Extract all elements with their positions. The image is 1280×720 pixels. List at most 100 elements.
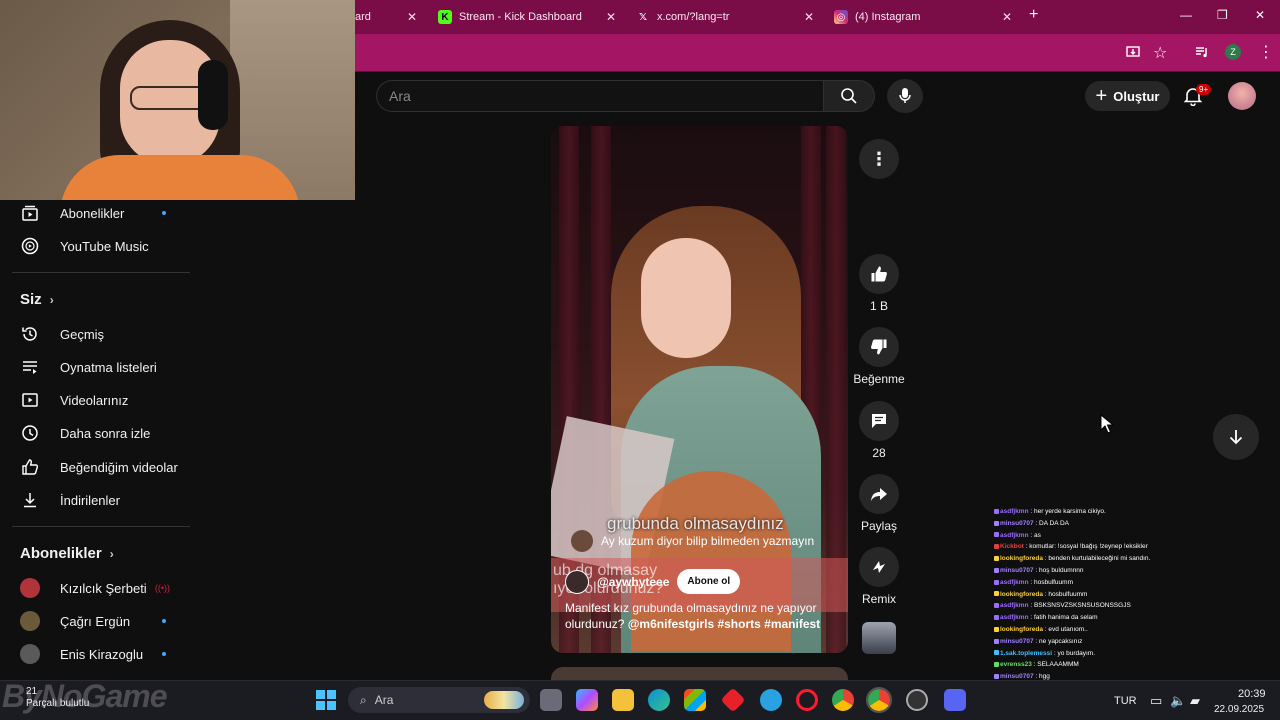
- network-icon[interactable]: ▭: [1150, 693, 1162, 709]
- install-icon[interactable]: [1126, 45, 1140, 62]
- clock-date[interactable]: 22.09.2025: [1214, 704, 1264, 715]
- chat-badge-icon: [994, 626, 999, 632]
- chat-badge-icon: [994, 508, 999, 514]
- search-icon: ⌕: [360, 692, 367, 707]
- chat-badge-icon: [994, 567, 999, 573]
- chat-message: minsu0707 : hoş buldumnnn: [994, 565, 1280, 577]
- dislike-button[interactable]: [859, 327, 899, 367]
- sidebar-divider: [12, 526, 190, 527]
- sidebar-section-you[interactable]: Siz ›: [20, 291, 54, 308]
- sidebar-item-label: Abonelikler: [60, 205, 125, 221]
- audio-source-thumbnail[interactable]: [862, 622, 896, 654]
- account-avatar[interactable]: [1228, 82, 1256, 110]
- file-explorer-icon[interactable]: [612, 689, 634, 711]
- chrome-icon[interactable]: [832, 689, 854, 711]
- tab-dashboard[interactable]: ard ✕: [355, 4, 417, 30]
- description-tags[interactable]: @m6nifestgirls #shorts #manifest: [628, 617, 820, 631]
- sidebar-item-subscriptions[interactable]: Abonelikler: [20, 201, 190, 225]
- next-short-button[interactable]: [1213, 414, 1259, 460]
- maximize-icon[interactable]: ❐: [1217, 8, 1228, 22]
- chat-message: asdfjkmn : hosbulfuumm: [994, 577, 1280, 589]
- chat-username: minsu0707: [1000, 519, 1034, 527]
- edge-icon[interactable]: [648, 689, 670, 711]
- chat-username: lookingforeda: [1000, 555, 1043, 563]
- search-button[interactable]: [823, 80, 875, 112]
- sidebar-item-label: Daha sonra izle: [60, 425, 151, 441]
- tab-instagram[interactable]: ◎ (4) Instagram ✕: [834, 4, 1012, 30]
- sidebar-item-playlists[interactable]: Oynatma listeleri: [20, 355, 190, 379]
- chat-message: asdfjkmn : as: [994, 530, 1280, 542]
- sidebar-item-history[interactable]: Geçmiş: [20, 322, 190, 346]
- sidebar-item-youtube-music[interactable]: YouTube Music: [20, 234, 190, 258]
- channel-name: Çağrı Ergün: [60, 613, 131, 629]
- battery-icon[interactable]: ▰: [1190, 693, 1200, 709]
- bookmark-star-icon[interactable]: ☆: [1153, 43, 1167, 63]
- discord-icon[interactable]: [944, 689, 966, 711]
- minimize-icon[interactable]: —: [1180, 8, 1192, 22]
- browser-profile-avatar[interactable]: Z: [1225, 44, 1241, 60]
- share-button[interactable]: [859, 474, 899, 514]
- short-channel-handle[interactable]: @aywhyteee: [597, 575, 669, 589]
- channel-avatar: [20, 578, 40, 598]
- next-short-preview[interactable]: [551, 667, 848, 681]
- chat-text: ne yapcaksınız: [1039, 637, 1083, 645]
- sidebar-channel-kizilcik-serbeti[interactable]: Kızılcık Şerbeti ((•)): [20, 576, 190, 600]
- browser-menu-icon[interactable]: ⋮: [1258, 42, 1274, 62]
- voice-search-button[interactable]: [887, 79, 923, 113]
- remix-label: Remix: [861, 592, 896, 606]
- tab-kick-dashboard[interactable]: K Stream - Kick Dashboard ✕: [438, 4, 616, 30]
- windows-taskbar: [0, 680, 1280, 720]
- sidebar-item-downloads[interactable]: İndirilenler: [20, 488, 190, 512]
- live-indicator-icon: ((•)): [154, 583, 170, 593]
- close-icon[interactable]: ✕: [1002, 10, 1012, 24]
- sidebar-item-watch-later[interactable]: Daha sonra izle: [20, 421, 190, 445]
- sidebar-section-subscriptions[interactable]: Abonelikler ›: [20, 545, 114, 562]
- chat-message: minsu0707 : ne yapcaksınız: [994, 636, 1280, 648]
- more-options-button[interactable]: ⋮: [859, 139, 899, 179]
- shorts-video-player[interactable]: grubunda olmasaydınız Ay kuzum diyor bil…: [551, 126, 848, 653]
- remix-button[interactable]: [859, 547, 899, 587]
- chat-message: lookingforeda : benden kurtulabileceğini…: [994, 553, 1280, 565]
- chrome-profile-icon[interactable]: [866, 687, 892, 713]
- sidebar-channel-cagri-ergun[interactable]: Çağrı Ergün: [20, 609, 190, 633]
- short-channel-row: @aywhyteee Abone ol: [565, 569, 741, 594]
- close-icon[interactable]: ✕: [804, 10, 814, 24]
- like-button[interactable]: [859, 254, 899, 294]
- your-videos-icon: [20, 390, 40, 410]
- taskbar-search[interactable]: ⌕ Ara: [348, 687, 530, 713]
- subscribe-button[interactable]: Abone ol: [677, 569, 741, 594]
- short-description[interactable]: Manifest kız grubunda olmasaydınız ne ya…: [565, 600, 837, 632]
- chat-text: DA DA DA: [1039, 519, 1070, 527]
- opera-icon[interactable]: [796, 689, 818, 711]
- tab-label: ard: [355, 11, 371, 23]
- sidebar-item-liked-videos[interactable]: Beğendiğim videolar: [20, 455, 190, 479]
- close-icon[interactable]: ✕: [606, 10, 616, 24]
- sidebar-channel-enis-kirazoglu[interactable]: Enis Kirazoglu: [20, 642, 190, 666]
- weather-app-icon[interactable]: [760, 689, 782, 711]
- clock-time[interactable]: 20:39: [1238, 688, 1266, 700]
- window-close-icon[interactable]: ✕: [1255, 8, 1265, 22]
- input-language[interactable]: TUR: [1114, 695, 1137, 707]
- close-icon[interactable]: ✕: [407, 10, 417, 24]
- copilot-icon[interactable]: [576, 689, 598, 711]
- microsoft-store-icon[interactable]: [684, 689, 706, 711]
- chat-text: hoş buldumnnn: [1039, 566, 1084, 574]
- windows-start-icon[interactable]: [316, 690, 336, 715]
- comments-button[interactable]: [859, 401, 899, 441]
- taskbar-search-placeholder: Ara: [374, 693, 394, 707]
- task-view-icon[interactable]: [540, 689, 562, 711]
- new-tab-button[interactable]: +: [1029, 6, 1038, 24]
- sidebar-item-your-videos[interactable]: Videolarınız: [20, 388, 190, 412]
- volume-icon[interactable]: 🔈: [1170, 693, 1186, 709]
- create-button[interactable]: + Oluştur: [1085, 81, 1170, 111]
- tab-x[interactable]: 𝕏 x.com/?lang=tr ✕: [636, 4, 814, 30]
- caption-avatar: [571, 530, 593, 552]
- channel-avatar: [20, 644, 40, 664]
- media-queue-icon[interactable]: [1195, 45, 1209, 62]
- obs-icon[interactable]: [906, 689, 928, 711]
- short-channel-avatar[interactable]: [565, 569, 589, 594]
- create-label: Oluştur: [1113, 88, 1160, 104]
- chat-username: asdfjkmn: [1000, 602, 1029, 610]
- chat-message: asdfjkmn : her yerde karsima cikiyo.: [994, 506, 1280, 518]
- search-input[interactable]: Ara: [376, 80, 823, 112]
